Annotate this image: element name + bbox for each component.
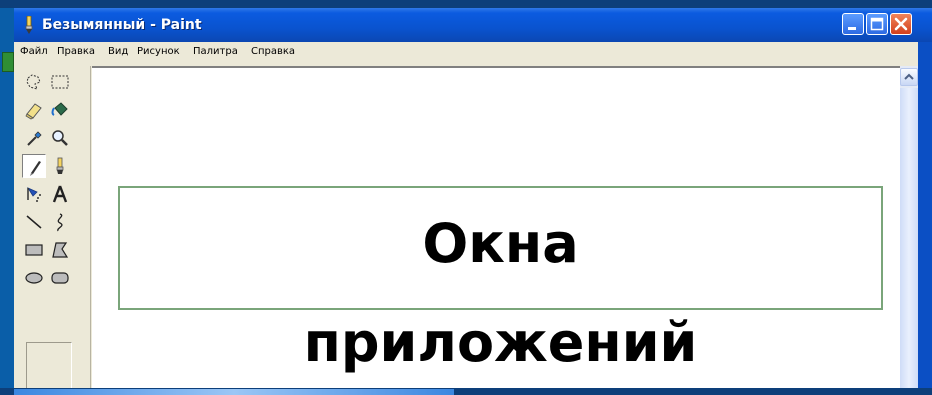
minimize-button[interactable] [842,13,864,35]
polygon-icon [52,242,69,258]
fill-icon [51,102,68,116]
menu-file[interactable]: Файл [20,46,48,57]
rounded-rect-tool[interactable] [48,266,72,290]
curve-tool[interactable] [48,210,72,234]
menu-image[interactable]: Рисунок [137,46,180,57]
window-title: Безымянный - Paint [42,17,202,33]
canvas-top-shadow [92,66,900,68]
pencil-icon [30,161,41,176]
magnifier-tool[interactable] [48,126,72,150]
brush-tool[interactable] [48,154,72,178]
rect-select-tool[interactable] [48,70,72,94]
line-tool[interactable] [22,210,46,234]
airbrush-icon [26,187,41,202]
free-form-select-icon [26,74,41,90]
rect-select-icon [51,75,69,89]
rounded-rect-icon [51,272,69,284]
maximize-icon [870,17,884,31]
scrollbar-thumb[interactable] [900,88,918,395]
airbrush-tool[interactable] [22,182,46,206]
desktop-top-strip [0,0,932,8]
menu-colors[interactable]: Палитра [193,46,238,57]
color-picker-tool[interactable] [22,126,46,150]
ellipse-tool[interactable] [22,266,46,290]
free-form-select-tool[interactable] [22,70,46,94]
slide-title-line-2: приложений [303,311,698,374]
close-button[interactable] [890,13,912,35]
text-icon [52,185,68,203]
curve-icon [57,213,63,232]
maximize-button[interactable] [866,13,888,35]
menu-bar: Файл Правка Вид Рисунок Палитра Справка [14,42,932,64]
color-picker-icon [27,131,42,146]
brush-icon [56,157,64,174]
scroll-up-button[interactable] [900,68,918,86]
window-right-frame [918,42,932,395]
eraser-tool[interactable] [22,98,46,122]
paint-icon[interactable] [22,15,36,34]
taskbar-highlight [14,389,454,395]
text-tool[interactable] [48,182,72,206]
fill-tool[interactable] [48,98,72,122]
menu-edit[interactable]: Правка [57,46,95,57]
polygon-tool[interactable] [48,238,72,262]
ellipse-icon [25,272,43,284]
rectangle-icon [25,244,43,256]
menu-help[interactable]: Справка [251,46,295,57]
menu-view[interactable]: Вид [108,46,128,57]
desktop-green-marker [2,52,14,72]
rectangle-tool[interactable] [22,238,46,262]
slide-title-line-1: Окна [422,212,579,275]
chevron-up-icon [904,73,914,80]
eraser-icon [25,103,42,120]
magnifier-icon [52,130,68,146]
title-bar[interactable]: Безымянный - Paint [14,8,932,42]
close-icon [894,17,908,31]
pencil-tool[interactable] [22,154,46,178]
line-icon [26,215,42,229]
minimize-icon [848,27,856,30]
toolbox [14,66,91,395]
